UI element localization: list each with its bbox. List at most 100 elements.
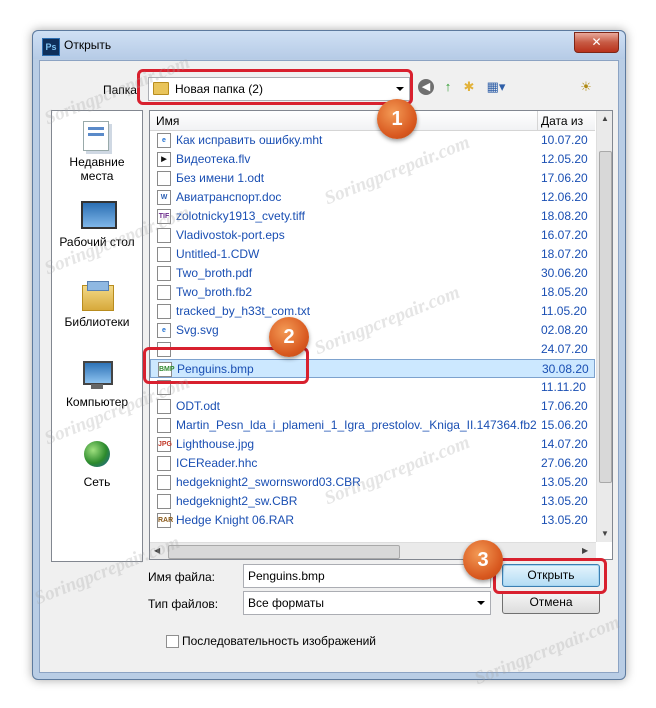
- file-name: Видеотека.flv: [176, 152, 251, 166]
- place-label: Недавние места: [69, 155, 125, 183]
- column-date[interactable]: Дата из: [541, 114, 583, 128]
- file-row[interactable]: ICEReader.hhc 27.06.20: [150, 454, 595, 473]
- file-date: 13.05.20: [541, 513, 588, 527]
- image-sequence-checkbox[interactable]: [166, 635, 179, 648]
- open-button[interactable]: Открыть: [502, 564, 600, 587]
- file-row[interactable]: 24.07.20: [150, 340, 595, 359]
- file-type-icon: [157, 418, 171, 433]
- file-name: hedgeknight2_swornsword03.CBR: [176, 475, 361, 489]
- file-type-icon: [157, 228, 171, 243]
- scroll-thumb[interactable]: [168, 545, 400, 559]
- file-row[interactable]: TIF zolotnicky1913_cvety.tiff 18.08.20: [150, 207, 595, 226]
- scroll-right-icon[interactable]: ▶: [582, 546, 588, 555]
- scroll-thumb[interactable]: [599, 151, 612, 483]
- file-date: 27.06.20: [541, 456, 588, 470]
- file-type-icon: W: [157, 190, 171, 205]
- title-bar[interactable]: Ps Открыть ✕: [33, 31, 625, 59]
- file-type-icon: [157, 456, 171, 471]
- filetype-select[interactable]: Все форматы: [243, 591, 491, 615]
- file-list[interactable]: Имя Дата из e Как исправить ошибку.mht 10.…: [149, 110, 613, 560]
- place-computer[interactable]: Компьютер: [52, 359, 142, 409]
- file-row[interactable]: 11.11.20: [150, 378, 595, 397]
- place-recent[interactable]: Недавние места: [52, 119, 142, 183]
- file-name: ODT.odt: [176, 399, 221, 413]
- vertical-scrollbar[interactable]: ▲ ▼: [596, 111, 612, 542]
- file-name: Penguins.bmp: [177, 362, 254, 376]
- chevron-down-icon[interactable]: [396, 87, 404, 91]
- file-row[interactable]: W Авиатранспорт.doc 12.06.20: [150, 188, 595, 207]
- place-network[interactable]: Сеть: [52, 439, 142, 489]
- scroll-up-icon[interactable]: ▲: [601, 114, 609, 123]
- file-type-icon: [157, 380, 171, 395]
- file-date: 18.08.20: [541, 209, 588, 223]
- close-button[interactable]: ✕: [574, 32, 619, 53]
- file-date: 11.05.20: [541, 304, 587, 318]
- file-date: 18.05.20: [541, 285, 588, 299]
- folder-combo[interactable]: Новая папка (2): [148, 77, 410, 101]
- desktop-shortcut-icon[interactable]: ☀: [577, 78, 595, 96]
- file-type-icon: JPG: [157, 437, 172, 452]
- filetype-value: Все форматы: [248, 596, 325, 610]
- chevron-down-icon[interactable]: [477, 601, 485, 605]
- file-date: 13.05.20: [541, 475, 588, 489]
- image-sequence-label: Последовательность изображений: [182, 634, 377, 648]
- file-row[interactable]: e Svg.svg 02.08.20: [150, 321, 595, 340]
- file-date: 15.06.20: [541, 418, 588, 432]
- file-row[interactable]: Martin_Pesn_lda_i_plameni_1_Igra_prestol…: [150, 416, 595, 435]
- file-row[interactable]: JPG Lighthouse.jpg 14.07.20: [150, 435, 595, 454]
- scroll-left-icon[interactable]: ◀: [154, 546, 160, 555]
- file-type-icon: RAR: [157, 513, 173, 528]
- file-name: Как исправить ошибку.mht: [176, 133, 323, 147]
- file-row[interactable]: hedgeknight2_sw.CBR 13.05.20: [150, 492, 595, 511]
- file-name: Two_broth.pdf: [176, 266, 253, 280]
- horizontal-scrollbar[interactable]: ◀ ▶: [150, 542, 596, 559]
- recent-places-icon: [79, 119, 115, 153]
- file-name: Vladivostok-port.eps: [176, 228, 285, 242]
- file-row[interactable]: Vladivostok-port.eps 16.07.20: [150, 226, 595, 245]
- annotation-badge-2: 2: [269, 317, 309, 357]
- file-row[interactable]: Two_broth.fb2 18.05.20: [150, 283, 595, 302]
- file-row[interactable]: Two_broth.pdf 30.06.20: [150, 264, 595, 283]
- file-row[interactable]: hedgeknight2_swornsword03.CBR 13.05.20: [150, 473, 595, 492]
- place-label: Сеть: [83, 475, 111, 489]
- computer-icon: [79, 359, 115, 393]
- file-row[interactable]: tracked_by_h33t_com.txt 11.05.20: [150, 302, 595, 321]
- file-row[interactable]: BMP Penguins.bmp 30.08.20: [150, 359, 595, 378]
- cancel-button[interactable]: Отмена: [502, 591, 600, 614]
- file-type-icon: [157, 285, 171, 300]
- filetype-label: Тип файлов:: [148, 597, 219, 611]
- up-folder-icon[interactable]: ↑: [439, 78, 457, 96]
- scroll-down-icon[interactable]: ▼: [601, 529, 609, 538]
- view-menu-icon[interactable]: ▦▾: [483, 78, 509, 96]
- annotation-badge-1: 1: [377, 99, 417, 139]
- file-name: Без имени 1.odt: [176, 171, 265, 185]
- file-name: Two_broth.fb2: [176, 285, 253, 299]
- file-row[interactable]: ODT.odt 17.06.20: [150, 397, 595, 416]
- file-type-icon: [157, 342, 171, 357]
- column-name[interactable]: Имя: [156, 114, 179, 128]
- file-type-icon: [157, 399, 171, 414]
- file-name: hedgeknight2_sw.CBR: [176, 494, 298, 508]
- file-row[interactable]: e Как исправить ошибку.mht 10.07.20: [150, 131, 595, 150]
- file-type-icon: e: [157, 133, 171, 148]
- file-type-icon: [157, 475, 171, 490]
- file-name: Svg.svg: [176, 323, 219, 337]
- filename-label: Имя файла:: [148, 570, 215, 584]
- place-label: Библиотеки: [64, 315, 130, 329]
- file-row[interactable]: Untitled-1.CDW 18.07.20: [150, 245, 595, 264]
- file-date: 16.07.20: [541, 228, 588, 242]
- place-desktop[interactable]: Рабочий стол: [52, 199, 142, 249]
- file-name: Untitled-1.CDW: [176, 247, 260, 261]
- place-libraries[interactable]: Библиотеки: [52, 279, 142, 329]
- back-icon[interactable]: ◀: [418, 79, 434, 95]
- file-date: 14.07.20: [541, 437, 588, 451]
- file-row[interactable]: ▶ Видеотека.flv 12.05.20: [150, 150, 595, 169]
- file-row[interactable]: Без имени 1.odt 17.06.20: [150, 169, 595, 188]
- file-type-icon: [157, 304, 171, 319]
- file-date: 30.08.20: [542, 362, 589, 376]
- file-date: 13.05.20: [541, 494, 588, 508]
- network-icon: [79, 439, 115, 473]
- new-folder-icon[interactable]: ✱: [460, 78, 478, 96]
- file-row[interactable]: RAR Hedge Knight 06.RAR 13.05.20: [150, 511, 595, 530]
- filename-input[interactable]: Penguins.bmp: [243, 564, 491, 588]
